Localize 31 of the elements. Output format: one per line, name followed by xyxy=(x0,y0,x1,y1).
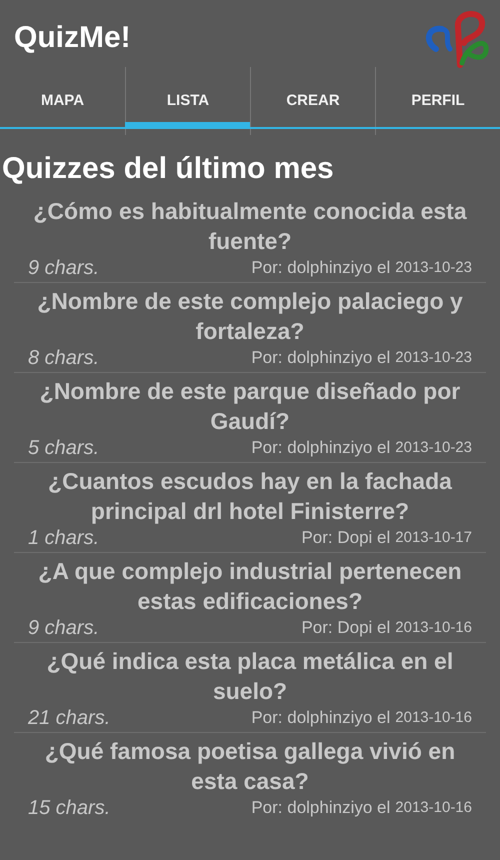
quiz-date: 2013-10-16 xyxy=(395,618,472,638)
char-count: 9 chars. xyxy=(28,616,100,640)
quiz-date: 2013-10-23 xyxy=(395,348,472,368)
author-label: Por: Dopi el xyxy=(301,527,390,549)
author-label: Por: dolphinziyo el xyxy=(251,347,390,369)
quiz-question[interactable]: ¿Qué indica esta placa metálica en el suelo? xyxy=(14,643,486,706)
quiz-date: 2013-10-16 xyxy=(395,798,472,818)
quiz-date: 2013-10-17 xyxy=(395,528,472,548)
quiz-date: 2013-10-16 xyxy=(395,708,472,728)
section-heading: Quizzes del último mes xyxy=(2,151,335,187)
quiz-question[interactable]: ¿Nombre de este complejo palaciego y fortaleza? xyxy=(14,283,486,346)
author-label: Por: dolphinziyo el xyxy=(251,437,390,459)
char-count: 5 chars. xyxy=(28,436,100,460)
char-count: 15 chars. xyxy=(28,796,110,820)
char-count: 21 chars. xyxy=(28,706,110,730)
author-label: Por: dolphinziyo el xyxy=(251,707,390,729)
quiz-question[interactable]: ¿Cómo es habitualmente conocida esta fuente? xyxy=(14,193,486,256)
author-label: Por: dolphinziyo el xyxy=(251,257,390,279)
quiz-question[interactable]: ¿Nombre de este parque diseñado por Gaudí? xyxy=(14,373,486,436)
tab[interactable]: MAPA xyxy=(0,75,125,127)
app-title: QuizMe! xyxy=(14,20,131,56)
char-count: 8 chars. xyxy=(28,346,100,370)
char-count: 1 chars. xyxy=(28,526,100,550)
quiz-question[interactable]: ¿A que complejo industrial pertenecen estas edificaciones? xyxy=(14,553,486,616)
author-label: Por: dolphinziyo el xyxy=(251,797,390,819)
quiz-question[interactable]: ¿Qué famosa poetisa gallega vivió en esta casa? xyxy=(14,733,486,796)
char-count: 9 chars. xyxy=(28,256,100,280)
quiz-date: 2013-10-23 xyxy=(395,438,472,458)
author-label: Por: Dopi el xyxy=(301,617,390,639)
quiz-date: 2013-10-23 xyxy=(395,258,472,278)
quiz-question[interactable]: ¿Cuantos escudos hay en la fachada principal drl hotel Finisterre? xyxy=(14,463,486,526)
